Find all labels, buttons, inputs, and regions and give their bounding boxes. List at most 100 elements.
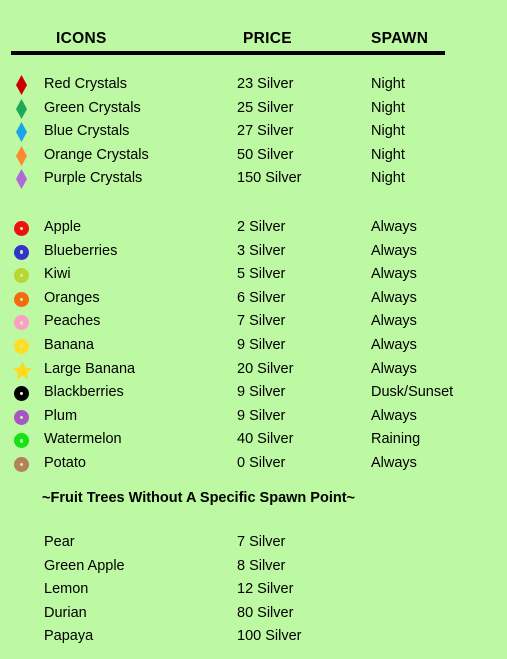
item-spawn: Always [371,242,417,259]
crystals-section: Red Crystals 23 Silver Night Green Crystals… [0,73,507,191]
item-name: Potato [44,454,86,471]
item-price: 80 Silver [237,604,294,621]
red-crystal-icon [13,75,35,95]
apple-icon [13,218,35,238]
item-name: Blackberries [44,384,124,401]
item-price: 2 Silver [237,219,286,235]
item-price: 40 Silver [237,431,294,448]
item-name: Large Banana [44,360,136,377]
berry-shape [14,386,29,402]
item-price: 25 Silver [237,99,294,116]
fruit-trees-subtitle: ~Fruit Trees Without A Specific Spawn Po… [42,490,356,506]
item-name: Oranges [44,289,100,306]
item-name: Banana [44,336,94,353]
item-name: Pear [44,534,75,550]
table-row: Potato 0 Silver Always [0,452,507,476]
item-spawn: Dusk/Sunset [371,384,454,401]
column-header-icons: ICONS [56,30,107,47]
item-name: Papaya [44,628,94,645]
item-price: 12 Silver [237,581,294,598]
item-name: Red Crystals [44,76,127,92]
plum-icon [13,407,35,427]
table-header: ICONS PRICE SPAWN [0,29,507,51]
berry-shape [14,221,29,236]
crystal-shape [16,122,27,143]
table-row: Blackberries 9 Silver Dusk/Sunset [0,381,507,405]
banana-icon [13,336,35,356]
oranges-icon [13,289,35,309]
item-spawn: Always [371,219,417,235]
item-spawn: Night [371,76,405,92]
item-name: Watermelon [44,431,122,448]
green-crystal-icon [13,98,35,119]
blue-crystal-icon [13,122,35,143]
purple-crystal-icon [13,169,35,190]
berry-shape [14,315,29,331]
berry-shape [14,291,29,307]
table-row: Oranges 6 Silver Always [0,287,507,311]
item-name: Peaches [44,313,101,330]
item-spawn: Always [371,289,417,306]
table-row: Papaya 100 Silver [0,625,507,649]
item-spawn: Always [371,407,417,424]
item-name: Green Apple [44,557,125,574]
item-price: 6 Silver [237,289,286,306]
item-price: 50 Silver [237,146,294,163]
fruit-trees-section: Pear 7 Silver Green Apple 8 Silver Lemon 12 S… [0,531,507,649]
item-price: 9 Silver [237,336,286,353]
item-spawn: Night [371,146,405,163]
item-spawn: Raining [371,431,421,448]
berry-shape [14,456,29,472]
item-name: Blueberries [44,242,118,259]
item-name: Green Crystals [44,99,141,116]
item-name: Orange Crystals [44,146,149,163]
item-price: 100 Silver [237,628,302,645]
item-spawn: Always [371,360,417,377]
item-name: Blue Crystals [44,123,130,140]
item-spawn: Always [371,336,417,353]
item-name: Plum [44,407,78,424]
item-name: Kiwi [44,266,71,283]
potato-icon [13,454,35,474]
star-shape [13,361,32,380]
item-price: 9 Silver [237,407,286,424]
orange-crystal-icon [13,145,35,166]
crystal-shape [16,169,27,190]
item-price: 7 Silver [237,534,286,550]
berry-shape [14,268,29,284]
crystal-shape [16,75,27,95]
item-spawn: Night [371,99,405,116]
table-row: Pear 7 Silver [0,531,507,555]
blackberries-icon [13,383,35,403]
berry-shape [14,409,29,425]
item-price: 8 Silver [237,557,286,574]
item-spawn: Night [371,170,405,187]
table-row: Blueberries 3 Silver Always [0,240,507,264]
kiwi-icon [13,265,35,285]
peaches-icon [13,312,35,332]
table-row: Durian 80 Silver [0,602,507,626]
item-price: 0 Silver [237,454,286,471]
price-table-page: ICONS PRICE SPAWN Red Crystals 23 Silver N… [0,0,507,659]
berry-shape [14,338,29,354]
item-price: 7 Silver [237,313,286,330]
table-row: Large Banana 20 Silver Always [0,358,507,382]
column-header-price: PRICE [243,30,292,47]
berry-shape [14,244,29,260]
blueberries-icon [13,242,35,262]
table-row: Apple 2 Silver Always [0,216,507,240]
header-divider [11,51,445,55]
table-row: Watermelon 40 Silver Raining [0,428,507,452]
large-banana-icon [13,360,35,380]
table-row: Purple Crystals 150 Silver Night [0,167,507,191]
table-row: Kiwi 5 Silver Always [0,263,507,287]
item-price: 27 Silver [237,123,294,140]
table-row: Blue Crystals 27 Silver Night [0,120,507,144]
item-spawn: Night [371,123,405,140]
fruits-section: Apple 2 Silver Always Blueberries 3 Silver Al… [0,216,507,476]
crystal-shape [16,98,27,119]
item-name: Apple [44,219,82,235]
table-row: Red Crystals 23 Silver Night [0,73,507,97]
item-price: 9 Silver [237,384,286,401]
table-row: Green Apple 8 Silver [0,555,507,579]
